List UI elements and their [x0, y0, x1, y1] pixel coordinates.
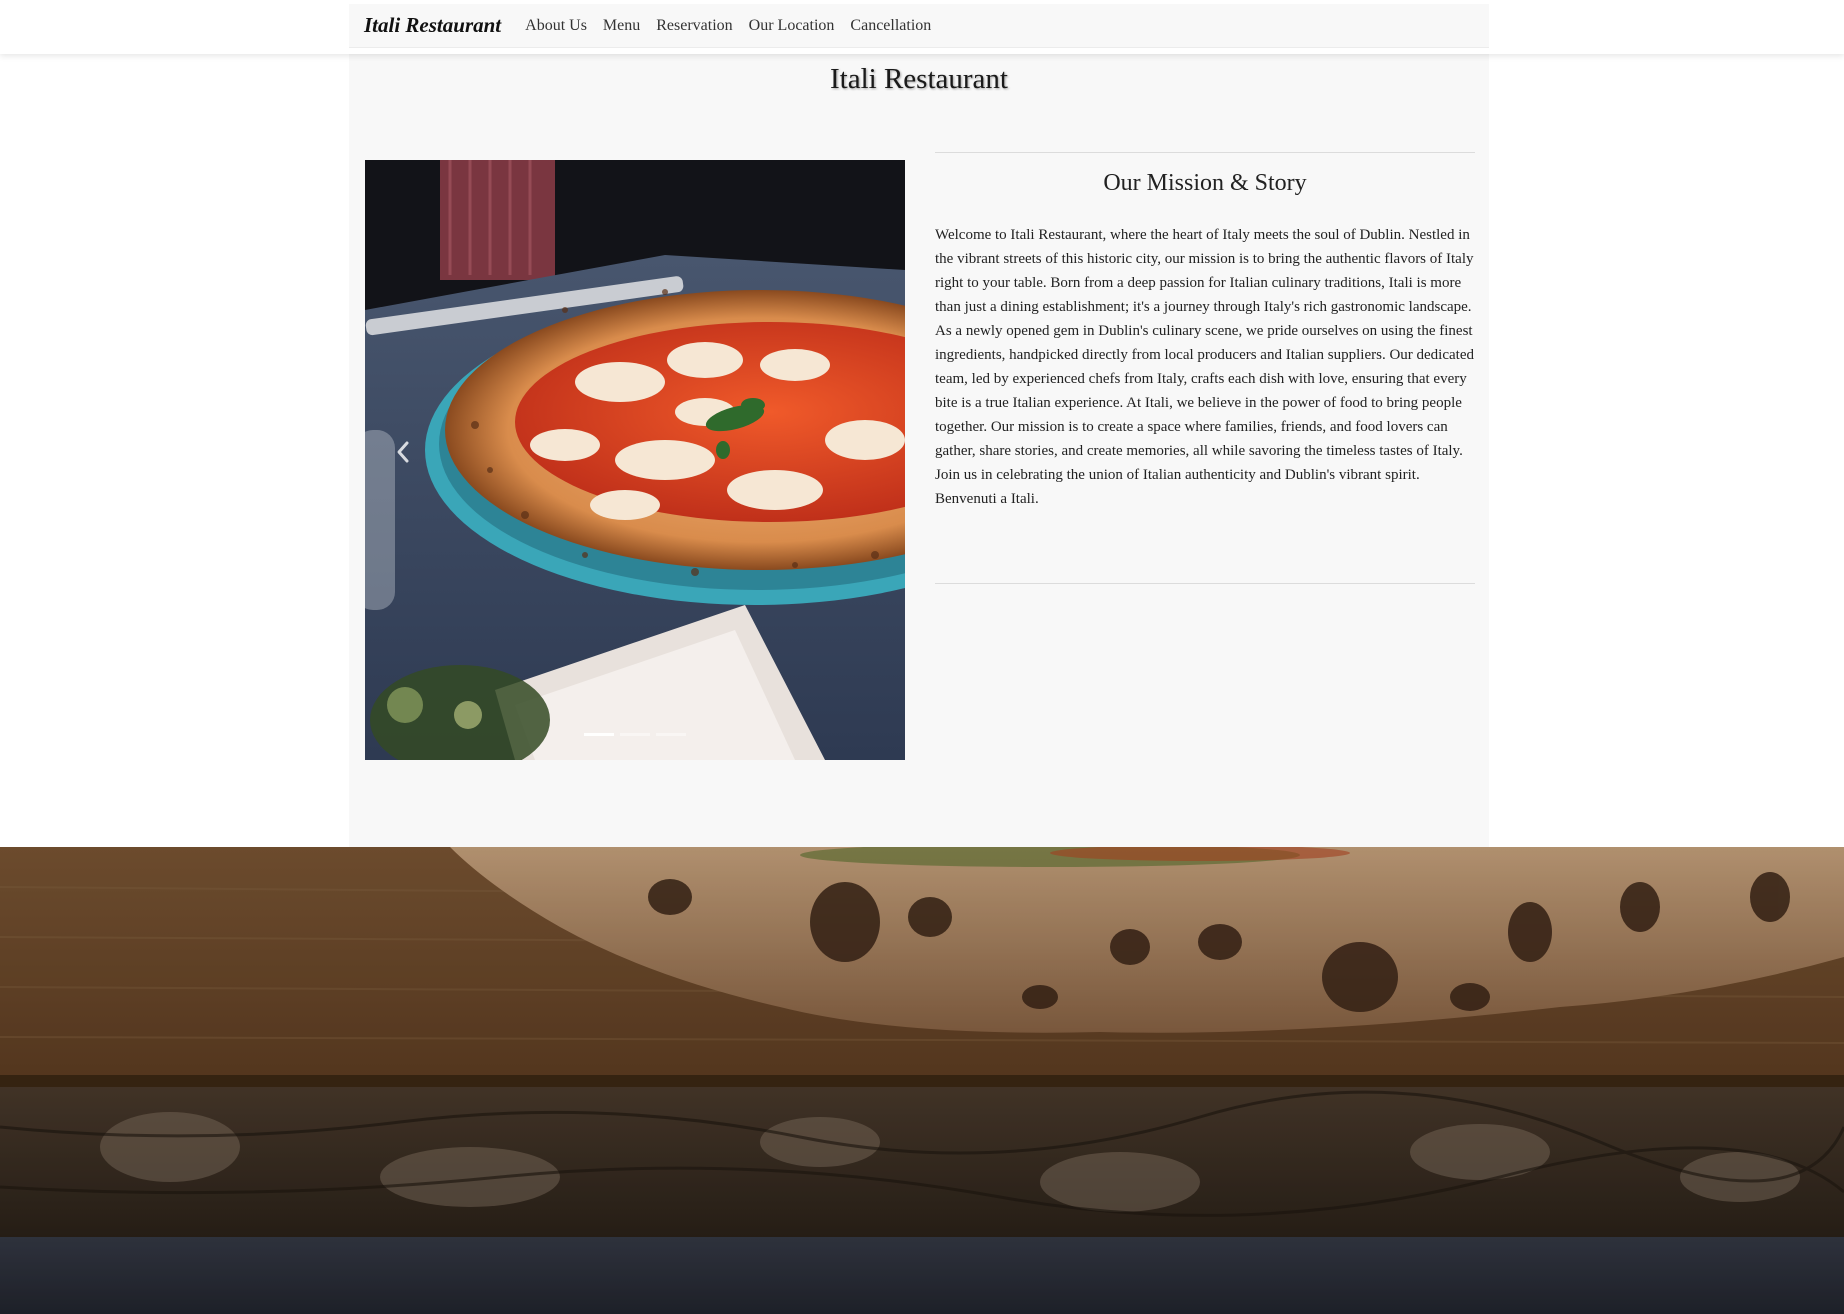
page-title: Itali Restaurant [830, 63, 1008, 95]
top-bar: Itali Restaurant About Us Menu Reservati… [0, 0, 1844, 54]
nav-menu[interactable]: Menu [603, 17, 640, 35]
divider-bottom [935, 583, 1475, 584]
carousel-indicator-2[interactable] [620, 733, 650, 736]
nav-our-location[interactable]: Our Location [749, 17, 835, 35]
hero-background-image [0, 847, 1844, 1314]
carousel-indicator-3[interactable] [656, 733, 686, 736]
brand-link[interactable]: Itali Restaurant [364, 13, 501, 38]
mission-title: Our Mission & Story [1103, 170, 1307, 196]
nav-about-us[interactable]: About Us [525, 17, 587, 35]
pizza-crust-board-image [0, 847, 1844, 1314]
nav-links: About Us Menu Reservation Our Location C… [525, 17, 947, 35]
chevron-left-icon[interactable] [395, 440, 411, 464]
image-carousel[interactable] [365, 160, 905, 760]
nav-reservation[interactable]: Reservation [656, 17, 732, 35]
mission-section: Our Mission & Story Welcome to Itali Res… [935, 152, 1475, 584]
mission-text: Welcome to Itali Restaurant, where the h… [935, 227, 1474, 507]
divider-top [935, 152, 1475, 153]
carousel-pizza-image [365, 160, 905, 760]
carousel-indicators [365, 733, 905, 736]
main-container: Itali Restaurant Our Mission & Story Wel… [349, 54, 1489, 847]
navbar: Itali Restaurant About Us Menu Reservati… [349, 4, 1489, 48]
nav-cancellation[interactable]: Cancellation [850, 17, 931, 35]
carousel-indicator-1[interactable] [584, 733, 614, 736]
